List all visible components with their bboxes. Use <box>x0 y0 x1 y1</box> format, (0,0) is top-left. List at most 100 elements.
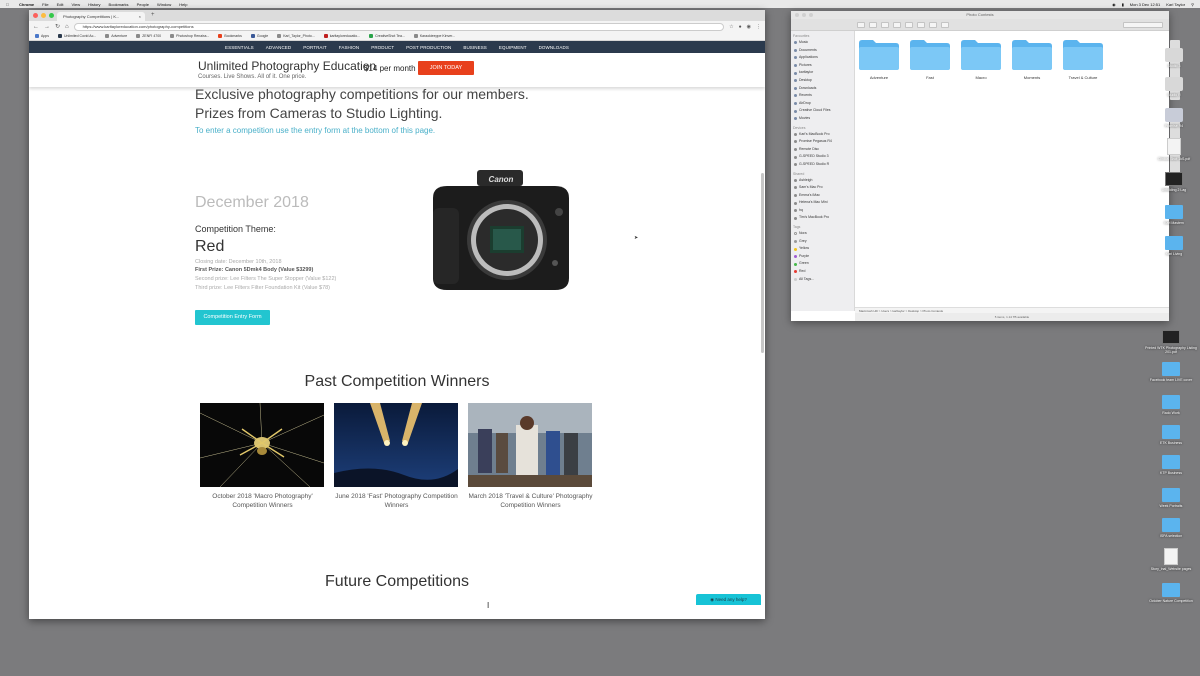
desktop-icon-october-nature[interactable]: October Nature Competition <box>1145 583 1197 603</box>
desktop-icon-facebook-cover[interactable]: Facebook team LIVE cover <box>1145 362 1197 382</box>
sidebar-tag-green[interactable]: Green <box>791 260 854 268</box>
profile-icon[interactable]: ◉ <box>747 24 751 30</box>
reload-icon[interactable]: ↻ <box>55 23 60 30</box>
sidebar-device-pegasus[interactable]: Promise Pegasus R4 <box>791 138 854 146</box>
competition-entry-form-button[interactable]: Competition Entry Form <box>195 310 270 325</box>
finder-close-button[interactable] <box>795 13 799 17</box>
winner-card-macro[interactable]: October 2018 'Macro Photography' Competi… <box>200 403 325 510</box>
bookmark-1[interactable]: Unlimited Covid Ac... <box>57 34 96 38</box>
sidebar-device-gspeed-3[interactable]: G-SPEED Studio 3 <box>791 153 854 161</box>
sidebar-device-remote-disc[interactable]: Remote Disc <box>791 146 854 154</box>
desktop-icon-rado-work[interactable]: Rado Work <box>1145 395 1197 415</box>
minimize-window-button[interactable] <box>41 13 46 18</box>
sidebar-item-downloads[interactable]: Downloads <box>791 85 854 93</box>
menu-help[interactable]: Help <box>175 2 191 7</box>
menu-view[interactable]: View <box>67 2 84 7</box>
sidebar-tag-nora[interactable]: Nora <box>791 230 854 238</box>
desktop-icon-clinical-pdf[interactable]: Clinical Shot 1kS.pdf <box>1148 138 1200 161</box>
view-columns-icon[interactable] <box>905 21 913 28</box>
folder-adventure[interactable]: Adventure <box>859 39 899 80</box>
folder-travel-culture[interactable]: Travel & Culture <box>1063 39 1103 80</box>
winner-card-travel[interactable]: March 2018 'Travel & Culture' Photograph… <box>468 403 593 510</box>
desktop-icon-kari-living[interactable]: Kari Living <box>1148 236 1200 256</box>
desktop-icon-website-pages[interactable]: Story_inal_Website pages <box>1145 548 1197 571</box>
folder-macro[interactable]: Macro <box>961 39 1001 80</box>
nav-post-production[interactable]: POST PRODUCTION <box>406 45 451 50</box>
action-gear-icon[interactable] <box>929 21 937 28</box>
travel-culture-photo[interactable] <box>468 403 592 487</box>
close-window-button[interactable] <box>33 13 38 18</box>
new-tab-icon[interactable]: + <box>151 12 155 18</box>
sidebar-item-desktop[interactable]: Desktop <box>791 77 854 85</box>
menu-kebab-icon[interactable]: ⋮ <box>756 24 761 30</box>
back-icon[interactable]: ← <box>33 24 39 30</box>
folder-moments[interactable]: Moments <box>1012 39 1052 80</box>
spotlight-icon[interactable]: ⚲ <box>1191 2 1194 7</box>
bookmark-5[interactable]: Bookmarks <box>218 34 242 38</box>
bookmark-8[interactable]: karltayloreducatio... <box>323 34 360 38</box>
extension-icon[interactable]: ● <box>739 24 742 30</box>
bookmark-10[interactable]: Karaokieeppe Kinver... <box>413 34 455 38</box>
sidebar-tag-all[interactable]: All Tags... <box>791 276 854 284</box>
sidebar-shared-5[interactable]: hq <box>791 207 854 215</box>
finder-zoom-button[interactable] <box>809 13 813 17</box>
share-icon[interactable] <box>941 21 949 28</box>
winner-card-fast[interactable]: June 2018 'Fast' Photography Competition… <box>334 403 459 510</box>
sidebar-item-airdrop[interactable]: AirDrop <box>791 100 854 108</box>
menu-bookmarks[interactable]: Bookmarks <box>105 2 133 7</box>
sidebar-device-macbook[interactable]: Karl's MacBook Pro <box>791 131 854 139</box>
apple-icon[interactable]:  <box>0 2 15 7</box>
help-chat-button[interactable]: ◉ Need any help? <box>696 594 761 605</box>
bookmark-9[interactable]: CreativeShot Tea... <box>369 34 405 38</box>
sidebar-item-recents[interactable]: Recents <box>791 92 854 100</box>
sidebar-tag-yellow[interactable]: Yellow <box>791 245 854 253</box>
sidebar-tag-grey[interactable]: Grey <box>791 238 854 246</box>
nav-advanced[interactable]: ADVANCED <box>266 45 291 50</box>
desktop-icon-printed-pdf[interactable]: Printed WTK Photography Listing 201.pdf <box>1145 330 1197 354</box>
bookmark-7[interactable]: Karl_Taylor_Photo... <box>277 34 315 38</box>
tab-photography-competitions[interactable]: Photography Competitions | K... × <box>57 12 145 21</box>
menu-app[interactable]: Chrome <box>15 2 38 7</box>
address-bar[interactable]: https://www.karltayloreducation.com/phot… <box>73 22 725 31</box>
bookmark-2[interactable]: Adventure <box>105 34 127 38</box>
sidebar-item-home[interactable]: karltaylor <box>791 69 854 77</box>
desktop-icon-studio-3[interactable]: Studio 3 <box>1148 48 1200 68</box>
sidebar-item-documents[interactable]: Documents <box>791 47 854 55</box>
nav-fashion[interactable]: FASHION <box>339 45 359 50</box>
sidebar-shared-4[interactable]: Helena's Mac Mini <box>791 199 854 207</box>
finder-minimize-button[interactable] <box>802 13 806 17</box>
bookmark-star-icon[interactable]: ☆ <box>729 24 733 30</box>
nav-product[interactable]: PRODUCT <box>371 45 394 50</box>
bookmark-6[interactable]: Google <box>250 34 268 38</box>
sidebar-item-creative-cloud[interactable]: Creative Cloud Files <box>791 107 854 115</box>
desktop-icon-promise[interactable]: Promise R4 <box>1148 108 1200 128</box>
home-icon[interactable]: ⌂ <box>65 24 69 30</box>
entry-form-link[interactable]: To enter a competition use the entry for… <box>195 126 435 135</box>
nav-business[interactable]: BUSINESS <box>463 45 487 50</box>
desktop-icon-unfolding[interactable]: Unfolding 2 Lag <box>1148 172 1200 192</box>
menu-file[interactable]: File <box>38 2 52 7</box>
sidebar-item-music[interactable]: Music <box>791 39 854 47</box>
sidebar-item-applications[interactable]: Applications <box>791 54 854 62</box>
close-tab-icon[interactable]: × <box>139 12 141 21</box>
sidebar-shared-3[interactable]: Emma's iMac <box>791 192 854 200</box>
zoom-window-button[interactable] <box>49 13 54 18</box>
bookmark-apps[interactable]: Apps <box>35 34 49 38</box>
nav-essentials[interactable]: ESSENTIALS <box>225 45 254 50</box>
bookmark-4[interactable]: Photoshop Renaiss... <box>170 34 209 38</box>
sidebar-shared-1[interactable]: Ashleigh <box>791 177 854 185</box>
sidebar-tag-purple[interactable]: Purple <box>791 253 854 261</box>
back-icon[interactable] <box>857 21 865 28</box>
join-today-button[interactable]: JOIN TODAY <box>418 61 474 75</box>
nav-equipment[interactable]: EQUIPMENT <box>499 45 527 50</box>
battery-icon[interactable]: ▮ <box>1122 2 1124 7</box>
menu-history[interactable]: History <box>84 2 104 7</box>
bookmark-3[interactable]: ZENFI 4700 <box>136 34 161 38</box>
page-scrollbar[interactable] <box>761 173 764 353</box>
forward-icon[interactable]: → <box>44 24 50 30</box>
menubar-user[interactable]: Karl Taylor <box>1166 2 1185 7</box>
menu-edit[interactable]: Edit <box>53 2 68 7</box>
forward-icon[interactable] <box>869 21 877 28</box>
sidebar-device-gspeed-r[interactable]: G-SPEED Studio R <box>791 161 854 169</box>
sidebar-tag-red[interactable]: Red <box>791 268 854 276</box>
